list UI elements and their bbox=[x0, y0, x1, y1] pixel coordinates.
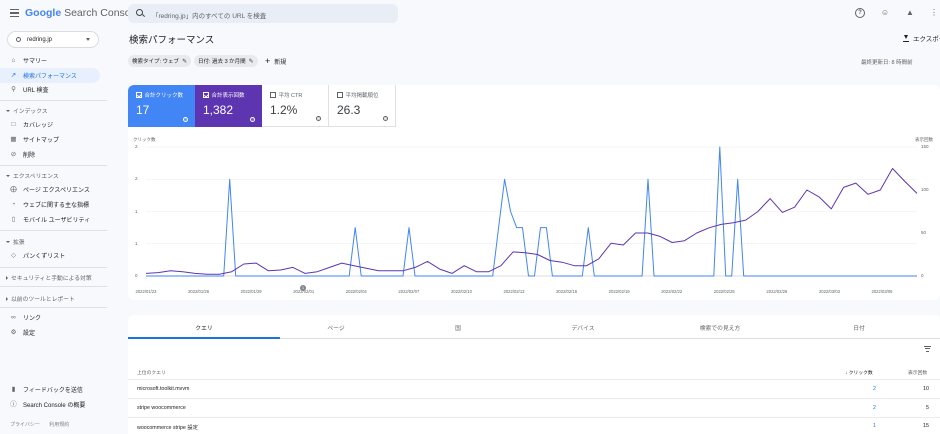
row-divider bbox=[128, 398, 940, 399]
feedback-icon: ▮ bbox=[11, 386, 16, 393]
tab-countries[interactable]: 国 bbox=[455, 323, 461, 332]
tab-pages[interactable]: ページ bbox=[327, 323, 344, 332]
sidebar-item-about[interactable]: ⓘ Search Console の概要 bbox=[0, 397, 100, 412]
cell-impressions: 15 bbox=[923, 423, 929, 429]
annotation-marker[interactable]: 1 bbox=[300, 285, 306, 291]
active-tab-indicator bbox=[128, 337, 280, 339]
sidebar-item-label: Search Console の概要 bbox=[23, 403, 86, 409]
links-icon: ∞ bbox=[11, 314, 16, 321]
sidebar-item-label: 設定 bbox=[23, 331, 36, 337]
privacy-link[interactable]: プライバシー bbox=[10, 422, 40, 428]
cell-query[interactable]: stripe woocommerce bbox=[137, 405, 186, 411]
info-icon: ⓘ bbox=[10, 401, 17, 408]
tab-search-appearance[interactable]: 検索での見え方 bbox=[700, 323, 741, 332]
column-header-impressions[interactable]: 表示回数 bbox=[908, 369, 927, 376]
cell-impressions: 10 bbox=[923, 386, 929, 392]
impressions-series-line bbox=[145, 168, 918, 275]
terms-link[interactable]: 利用規約 bbox=[49, 422, 69, 428]
sidebar-item-feedback[interactable]: ▮ フィードバックを送信 bbox=[0, 382, 100, 397]
settings-icon: ⚙ bbox=[10, 329, 17, 336]
tab-dates[interactable]: 日付 bbox=[853, 323, 865, 332]
row-divider bbox=[128, 417, 940, 418]
sidebar-item-links[interactable]: ∞ リンク bbox=[0, 310, 100, 325]
divider bbox=[0, 307, 107, 308]
cell-query[interactable]: microsoft.toolkit.mvvm bbox=[137, 386, 189, 392]
row-divider bbox=[128, 379, 940, 380]
column-header-label: クリック数 bbox=[848, 371, 873, 376]
sidebar-item-label: フィードバックを送信 bbox=[23, 388, 83, 394]
tab-queries[interactable]: クエリ bbox=[195, 323, 212, 332]
footer-links: プライバシー 利用規約 bbox=[10, 421, 77, 428]
sidebar-item-label: リンク bbox=[23, 316, 42, 322]
cell-clicks: 2 bbox=[873, 405, 876, 411]
cell-clicks: 1 bbox=[873, 423, 876, 429]
sidebar-item-settings[interactable]: ⚙ 設定 bbox=[0, 325, 100, 340]
table-card: クエリ ページ 国 デバイス 検索での見え方 日付 上位のクエリ ↓ クリック数… bbox=[128, 315, 940, 434]
cell-clicks: 2 bbox=[873, 386, 876, 392]
performance-chart bbox=[145, 146, 918, 277]
cell-query[interactable]: woocommerce stripe 設定 bbox=[137, 423, 198, 431]
column-header-query: 上位のクエリ bbox=[137, 371, 166, 376]
column-header-clicks[interactable]: ↓ クリック数 bbox=[845, 369, 873, 376]
cell-impressions: 5 bbox=[926, 405, 929, 411]
filter-icon[interactable] bbox=[924, 346, 931, 352]
tab-devices[interactable]: デバイス bbox=[571, 323, 594, 332]
dimension-tabs: クエリ ページ 国 デバイス 検索での見え方 日付 bbox=[128, 315, 940, 339]
